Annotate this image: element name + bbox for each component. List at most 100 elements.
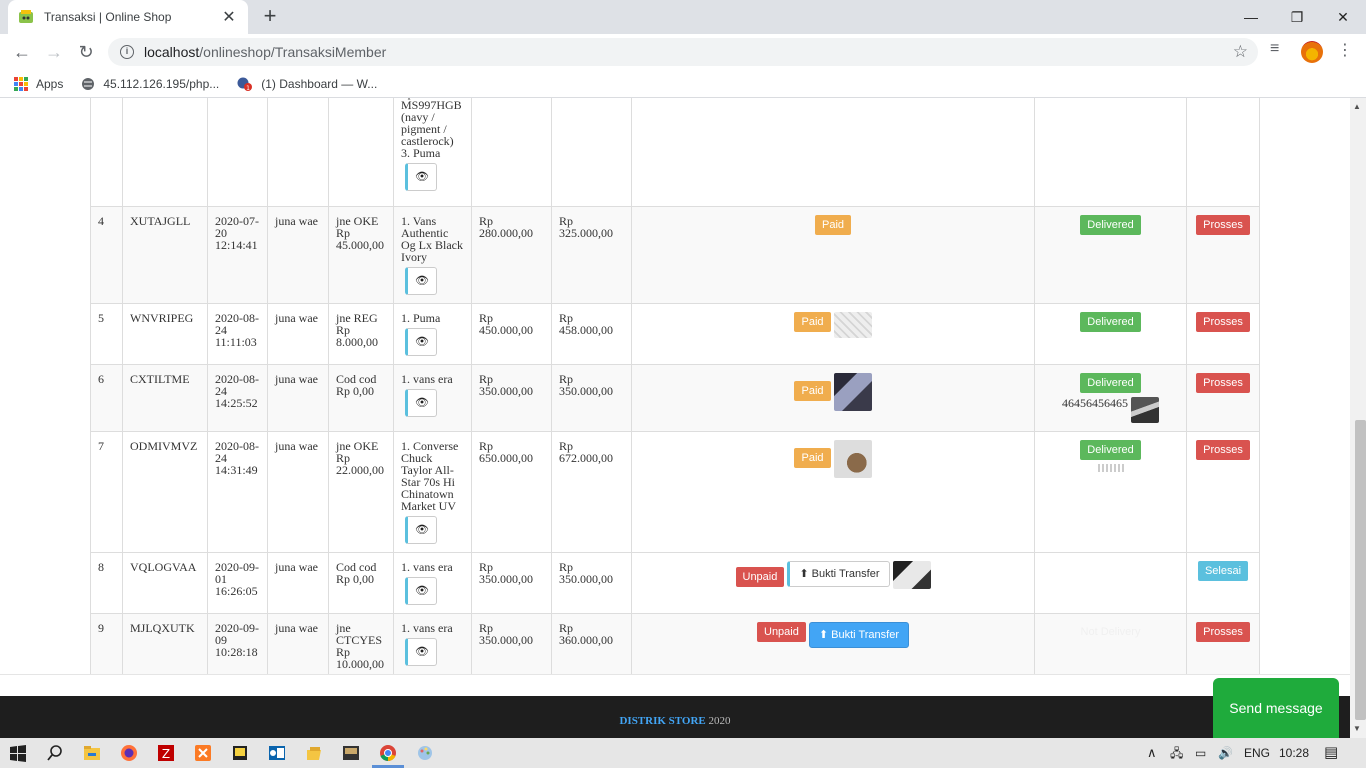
paint-icon[interactable] <box>416 744 434 762</box>
scroll-up-icon[interactable]: ▲ <box>1353 102 1361 111</box>
process-button[interactable]: Prosses <box>1196 215 1250 235</box>
tab-title: Transaksi | Online Shop <box>44 10 172 24</box>
media-queue-icon[interactable]: ≡ <box>1270 40 1279 58</box>
table-row: 7 ODMIVMVZ 2020-08-24 14:31:49 juna wae … <box>90 431 1260 553</box>
payment-proof-thumbnail[interactable] <box>892 561 931 589</box>
info-icon[interactable]: i <box>120 45 134 59</box>
customer-name: juna wae <box>267 206 329 304</box>
address-bar[interactable]: i localhost/onlineshop/TransaksiMember ☆ <box>108 38 1258 66</box>
view-detail-button[interactable]: 👁 <box>405 516 437 544</box>
upload-transfer-button[interactable]: ⬆ Bukti Transfer <box>787 561 890 587</box>
bookmark-dashboard[interactable]: 1 (1) Dashboard — W... <box>237 77 377 91</box>
view-detail-button[interactable]: 👁 <box>405 638 437 666</box>
restore-icon[interactable]: ❐ <box>1274 0 1320 34</box>
site-footer: DISTRIK STORE 2020 <box>0 696 1350 738</box>
network-icon[interactable]: 🖧 <box>1170 738 1183 768</box>
xampp-icon[interactable] <box>194 744 212 762</box>
finish-button[interactable]: Selesai <box>1197 561 1249 581</box>
bookmark-label: Apps <box>36 76 64 91</box>
windows-taskbar: Z ∧ 🖧 ▭ 🔊 ENG 10:28 ▤ <box>0 738 1366 768</box>
subtotal: Rp 350.000,00 <box>471 552 552 614</box>
filezilla-icon[interactable]: Z <box>157 744 175 762</box>
notifications-icon[interactable]: ▤ <box>1324 738 1338 768</box>
minimize-icon[interactable]: — <box>1228 0 1274 34</box>
shipping-status-badge: Delivered <box>1080 215 1141 235</box>
customer-name: juna wae <box>267 364 329 432</box>
payment-proof-thumbnail[interactable] <box>833 440 872 478</box>
courier: jne OKE Rp 22.000,00 <box>328 431 394 553</box>
apps-grid-icon <box>14 76 28 91</box>
tab-transaksi[interactable]: Transaksi | Online Shop ✕ <box>8 0 248 34</box>
view-detail-button[interactable]: 👁 <box>405 163 437 191</box>
page-scrollbar[interactable]: ▲ ▼ <box>1350 98 1366 738</box>
row-number: 6 <box>90 364 123 432</box>
tab-strip: Transaksi | Online Shop ✕ + — ❐ ✕ <box>0 0 1366 34</box>
back-icon[interactable]: ← <box>10 40 34 64</box>
shipping-proof-thumbnail[interactable] <box>1097 464 1124 472</box>
process-button[interactable]: Prosses <box>1196 373 1250 393</box>
footer-brand: DISTRIK STORE <box>619 715 706 727</box>
close-window-icon[interactable]: ✕ <box>1320 0 1366 34</box>
windows-start-icon[interactable] <box>9 744 27 762</box>
payment-proof-thumbnail[interactable] <box>833 312 872 338</box>
shipping-status-badge: Delivered <box>1080 440 1141 460</box>
svg-text:Z: Z <box>162 747 170 761</box>
product-list: 1. Converse Chuck Taylor All-Star 70s Hi… <box>401 439 459 513</box>
order-date: 2020-09-09 10:28:18 <box>207 613 268 679</box>
new-tab-icon[interactable]: + <box>258 5 282 29</box>
courier: Cod cod Rp 0,00 <box>328 364 394 432</box>
process-button[interactable]: Prosses <box>1196 440 1250 460</box>
bookmark-star-icon[interactable]: ☆ <box>1233 42 1248 62</box>
clock[interactable]: 10:28 <box>1279 738 1309 768</box>
tray-chevron-icon[interactable]: ∧ <box>1147 738 1157 768</box>
outlook-icon[interactable] <box>268 744 286 762</box>
subtotal: Rp 650.000,00 <box>471 431 552 553</box>
payment-status-badge: Paid <box>814 215 852 235</box>
table-row: Sport MS997HGB (navy / pigment / castler… <box>90 98 1260 207</box>
volume-icon[interactable]: 🔊 <box>1218 738 1233 768</box>
sticky-notes-icon[interactable] <box>231 744 249 762</box>
firefox-icon[interactable] <box>120 744 138 762</box>
scrollbar-thumb[interactable] <box>1355 420 1366 720</box>
bookmark-phpmyadmin[interactable]: 45.112.126.195/php... <box>81 77 219 91</box>
order-code: MJLQXUTK <box>122 613 208 679</box>
courier: jne OKE Rp 45.000,00 <box>328 206 394 304</box>
chrome-icon[interactable] <box>379 744 397 762</box>
terminal-icon[interactable] <box>342 744 360 762</box>
subtotal: Rp 350.000,00 <box>471 613 552 679</box>
scroll-down-icon[interactable]: ▼ <box>1353 724 1361 733</box>
payment-status-badge: Paid <box>794 381 831 401</box>
bookmark-apps[interactable]: Apps <box>14 76 64 91</box>
table-row: 8 VQLOGVAA 2020-09-01 16:26:05 juna wae … <box>90 552 1260 614</box>
menu-kebab-icon[interactable]: ⋮ <box>1337 40 1353 60</box>
order-code: ODMIVMVZ <box>122 431 208 553</box>
upload-transfer-button[interactable]: ⬆ Bukti Transfer <box>808 622 909 648</box>
tracking-number: 46456456465 <box>1062 396 1128 410</box>
process-button[interactable]: Prosses <box>1196 622 1250 642</box>
battery-icon[interactable]: ▭ <box>1195 738 1206 768</box>
send-message-button[interactable]: Send message <box>1213 678 1339 738</box>
reload-icon[interactable]: ↻ <box>74 40 98 64</box>
file-explorer-icon[interactable] <box>83 744 101 762</box>
search-icon[interactable] <box>46 744 64 762</box>
process-button[interactable]: Prosses <box>1196 312 1250 332</box>
view-detail-button[interactable]: 👁 <box>405 328 437 356</box>
forward-icon[interactable]: → <box>42 40 66 64</box>
grand-total: Rp 360.000,00 <box>551 613 632 679</box>
url-text: localhost/onlineshop/TransaksiMember <box>144 44 387 60</box>
shipping-proof-thumbnail[interactable] <box>1131 397 1159 423</box>
tab-close-icon[interactable]: ✕ <box>220 7 238 27</box>
product-list: 1. vans era <box>401 372 453 386</box>
folder-icon[interactable] <box>305 744 323 762</box>
payment-proof-thumbnail[interactable] <box>833 373 872 411</box>
shipping-status-badge: Delivered <box>1080 312 1141 332</box>
language-indicator[interactable]: ENG <box>1244 738 1270 768</box>
profile-avatar[interactable] <box>1301 41 1323 63</box>
grand-total: Rp 672.000,00 <box>551 431 632 553</box>
view-detail-button[interactable]: 👁 <box>405 577 437 605</box>
grand-total: Rp 325.000,00 <box>551 206 632 304</box>
courier: jne CTCYES Rp 10.000,00 <box>328 613 394 679</box>
upload-icon: ⬆ <box>799 568 809 580</box>
view-detail-button[interactable]: 👁 <box>405 267 437 295</box>
view-detail-button[interactable]: 👁 <box>405 389 437 417</box>
